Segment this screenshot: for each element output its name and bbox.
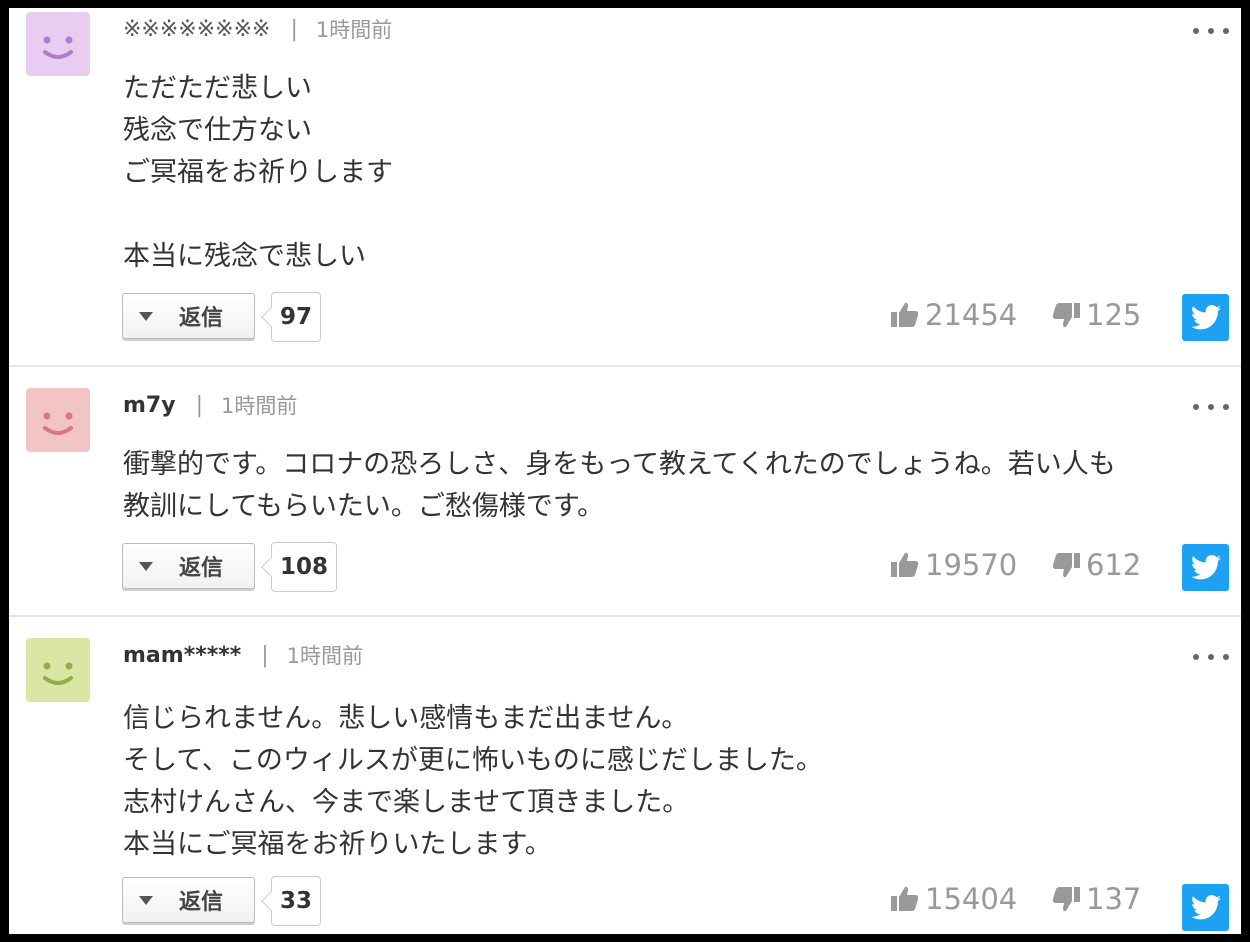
smiley-face-icon (26, 638, 90, 702)
dislike-count: 137 (1086, 882, 1142, 916)
dislike-count: 612 (1086, 548, 1142, 582)
reply-label: 返信 (179, 556, 224, 581)
comment-text: 信じられません。悲しい感情もまだ出ません。 そして、このウィルスが更に怖いものに… (123, 703, 823, 860)
like-count: 15404 (925, 882, 1018, 916)
reply-count-value: 97 (280, 304, 313, 330)
more-options-icon[interactable] (1193, 21, 1229, 41)
reply-count: 108 (271, 542, 338, 592)
like-button[interactable]: 15404 (891, 882, 1017, 916)
comment-header: mam***** | 1時間前 (123, 640, 363, 670)
comment-header: ※※※※※※※※ | 1時間前 (123, 14, 392, 44)
more-options-icon[interactable] (1193, 397, 1229, 417)
reply-count: 33 (271, 876, 322, 926)
username[interactable]: mam***** (123, 643, 241, 668)
comment-header: m7y | 1時間前 (123, 390, 297, 420)
reply-button[interactable]: 返信 (122, 877, 255, 923)
separator: | (195, 392, 203, 418)
thumbs-up-icon (891, 552, 919, 577)
timestamp: 1時間前 (315, 18, 393, 42)
dislike-button[interactable]: 137 (1052, 882, 1141, 916)
reply-button[interactable]: 返信 (122, 543, 255, 589)
timestamp: 1時間前 (286, 644, 364, 668)
triangle-down-icon (139, 561, 153, 571)
comment-text: ただただ悲しい 残念で仕方ない ご冥福をお祈りします 本当に残念で悲しい (123, 73, 393, 272)
dislike-button[interactable]: 125 (1052, 298, 1141, 332)
smiley-face-icon (26, 388, 90, 452)
thumbs-up-icon (891, 302, 919, 327)
thumbs-down-icon (1052, 303, 1080, 328)
like-button[interactable]: 19570 (891, 548, 1017, 582)
avatar[interactable] (26, 388, 90, 452)
thumbs-down-icon (1052, 553, 1080, 578)
dislike-count: 125 (1086, 298, 1142, 332)
reply-button[interactable]: 返信 (122, 293, 255, 339)
username[interactable]: ※※※※※※※※ (123, 17, 270, 42)
comment-list: ※※※※※※※※ | 1時間前 ただただ悲しい 残念で仕方ない ご冥福をお祈りし… (9, 8, 1241, 934)
separator: | (261, 642, 269, 668)
twitter-icon (1190, 555, 1221, 580)
username[interactable]: m7y (123, 393, 176, 418)
reply-count: 97 (271, 292, 322, 342)
reply-label: 返信 (179, 890, 224, 915)
reply-label: 返信 (179, 306, 224, 331)
triangle-down-icon (139, 311, 153, 321)
triangle-down-icon (139, 895, 153, 905)
reply-count-value: 33 (280, 888, 313, 914)
comment-item: mam***** | 1時間前 信じられません。悲しい感情もまだ出ません。 そし… (9, 616, 1241, 934)
thumbs-up-icon (891, 886, 919, 911)
more-options-icon[interactable] (1193, 647, 1229, 667)
separator: | (290, 16, 298, 42)
twitter-share-button[interactable] (1182, 884, 1229, 931)
reply-count-value: 108 (280, 554, 329, 580)
twitter-share-button[interactable] (1182, 544, 1229, 591)
avatar[interactable] (26, 12, 90, 76)
twitter-icon (1190, 305, 1221, 330)
thumbs-down-icon (1052, 887, 1080, 912)
avatar[interactable] (26, 638, 90, 702)
twitter-icon (1190, 895, 1221, 920)
like-button[interactable]: 21454 (891, 298, 1017, 332)
twitter-share-button[interactable] (1182, 294, 1229, 341)
like-count: 21454 (925, 298, 1018, 332)
dislike-button[interactable]: 612 (1052, 548, 1141, 582)
comment-item: ※※※※※※※※ | 1時間前 ただただ悲しい 残念で仕方ない ご冥福をお祈りし… (9, 8, 1241, 366)
like-count: 19570 (925, 548, 1018, 582)
timestamp: 1時間前 (221, 394, 298, 418)
smiley-face-icon (26, 12, 90, 76)
comment-item: m7y | 1時間前 衝撃的です。コロナの恐ろしさ、身をもって教えてくれたのでし… (9, 366, 1241, 616)
comment-text: 衝撃的です。コロナの恐ろしさ、身をもって教えてくれたのでしょうね。若い人も 教訓… (123, 449, 1116, 522)
